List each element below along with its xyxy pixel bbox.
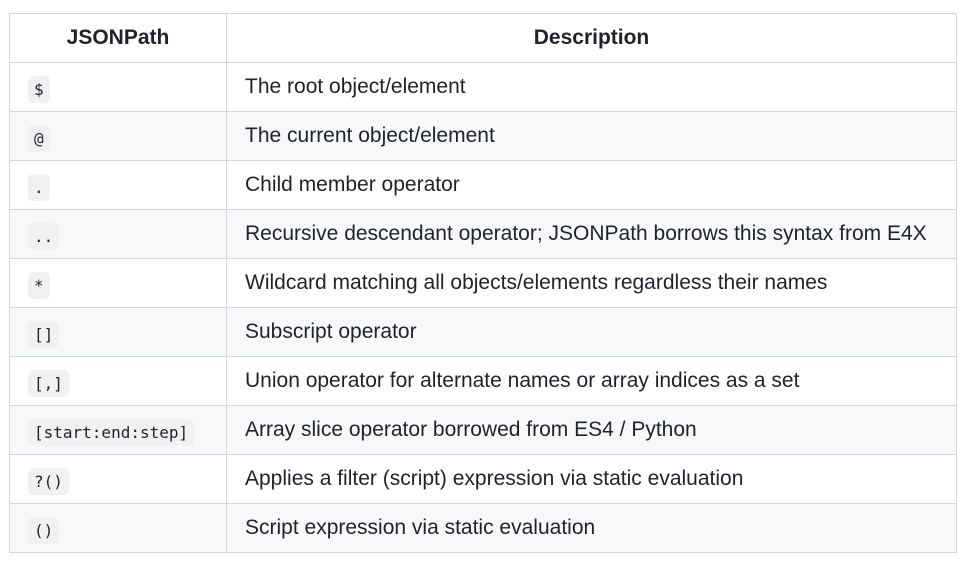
path-cell: [start:end:step] <box>9 405 227 455</box>
path-cell: .. <box>9 209 227 259</box>
path-code: .. <box>28 222 60 250</box>
table-row: [start:end:step] Array slice operator bo… <box>9 405 957 455</box>
table-row: * Wildcard matching all objects/elements… <box>9 258 957 308</box>
table-row: . Child member operator <box>9 160 957 210</box>
path-cell: ?() <box>9 454 227 504</box>
path-code: * <box>28 271 50 299</box>
description-cell: Script expression via static evaluation <box>226 503 957 553</box>
description-cell: Array slice operator borrowed from ES4 /… <box>226 405 957 455</box>
description-cell: Recursive descendant operator; JSONPath … <box>226 209 957 259</box>
header-description: Description <box>226 13 957 63</box>
path-cell: [] <box>9 307 227 357</box>
table-header-row: JSONPath Description <box>9 13 957 63</box>
header-jsonpath: JSONPath <box>9 13 227 63</box>
path-cell: () <box>9 503 227 553</box>
path-cell: $ <box>9 62 227 112</box>
table-row: ?() Applies a filter (script) expression… <box>9 454 957 504</box>
jsonpath-table-container: JSONPath Description $ The root object/e… <box>9 13 957 553</box>
path-code: . <box>28 173 50 201</box>
path-code: [start:end:step] <box>28 418 195 446</box>
description-cell: Subscript operator <box>226 307 957 357</box>
path-code: $ <box>28 75 50 103</box>
path-cell: [,] <box>9 356 227 406</box>
table-row: () Script expression via static evaluati… <box>9 503 957 553</box>
description-cell: Wildcard matching all objects/elements r… <box>226 258 957 308</box>
description-cell: The root object/element <box>226 62 957 112</box>
description-cell: The current object/element <box>226 111 957 161</box>
table-row: @ The current object/element <box>9 111 957 161</box>
path-cell: . <box>9 160 227 210</box>
description-cell: Union operator for alternate names or ar… <box>226 356 957 406</box>
path-cell: * <box>9 258 227 308</box>
path-code: () <box>28 516 60 544</box>
path-code: [,] <box>28 369 69 397</box>
path-code: @ <box>28 124 50 152</box>
description-cell: Child member operator <box>226 160 957 210</box>
path-cell: @ <box>9 111 227 161</box>
path-code: ?() <box>28 467 69 495</box>
jsonpath-syntax-table: JSONPath Description $ The root object/e… <box>9 13 957 553</box>
table-row: .. Recursive descendant operator; JSONPa… <box>9 209 957 259</box>
path-code: [] <box>28 320 60 348</box>
table-row: [,] Union operator for alternate names o… <box>9 356 957 406</box>
description-cell: Applies a filter (script) expression via… <box>226 454 957 504</box>
table-row: $ The root object/element <box>9 62 957 112</box>
table-row: [] Subscript operator <box>9 307 957 357</box>
